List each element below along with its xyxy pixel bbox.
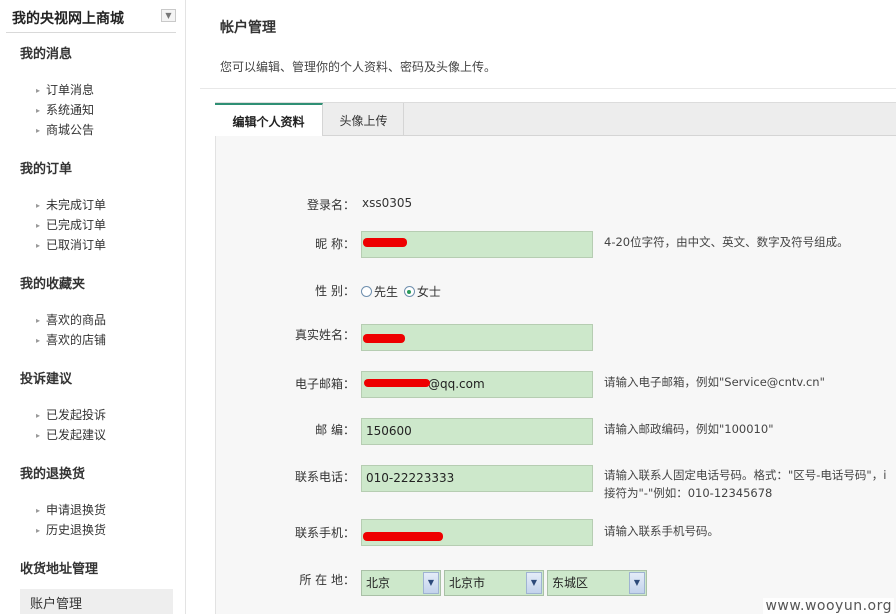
- chevron-down-icon[interactable]: ▼: [161, 9, 176, 22]
- phone-field[interactable]: 010-22223333: [361, 465, 593, 492]
- arrow-right-icon: ▸: [36, 221, 41, 230]
- sidebar-item-order-messages[interactable]: ▸ 订单消息: [36, 81, 94, 98]
- phone-hint-line1: 请输入联系人固定电话号码。格式："区号-电话号码"，i: [604, 468, 887, 482]
- postcode-hint: 请输入邮政编码，例如"100010": [604, 422, 774, 436]
- login-label: 登录名：: [306, 198, 355, 212]
- redaction-mark: [363, 334, 405, 343]
- arrow-right-icon: ▸: [36, 201, 41, 210]
- email-hint: 请输入电子邮箱，例如"Service@cntv.cn": [604, 375, 825, 389]
- arrow-right-icon: ▸: [36, 241, 41, 250]
- realname-label: 真实姓名：: [294, 328, 355, 342]
- location-label: 所 在 地：: [299, 573, 355, 587]
- sidebar-section-favorites[interactable]: 我的收藏夹: [20, 273, 85, 292]
- gender-radio-group: 先生 女士: [361, 283, 441, 300]
- sidebar-item-completed-orders[interactable]: ▸ 已完成订单: [36, 216, 106, 233]
- tab-avatar-upload[interactable]: 头像上传: [324, 103, 404, 137]
- email-label: 电子邮箱：: [294, 377, 355, 391]
- sidebar-section-messages[interactable]: 我的消息: [20, 43, 72, 62]
- page-description: 您可以编辑、管理你的个人资料、密码及头像上传。: [220, 60, 497, 74]
- redaction-mark: [363, 238, 407, 247]
- sidebar-item-suggestions[interactable]: ▸ 已发起建议: [36, 426, 106, 443]
- sidebar-item-favorite-products[interactable]: ▸ 喜欢的商品: [36, 311, 106, 328]
- sidebar-item-complaints[interactable]: ▸ 已发起投诉: [36, 406, 106, 423]
- phone-hint-line2: 接符为"-"例如：010-12345678: [604, 486, 773, 500]
- gender-option-male[interactable]: 先生: [361, 285, 398, 299]
- arrow-right-icon: ▸: [36, 86, 41, 95]
- sidebar-item-account-management[interactable]: 账户管理: [20, 589, 173, 614]
- arrow-right-icon: ▸: [36, 526, 41, 535]
- arrow-right-icon: ▸: [36, 316, 41, 325]
- chevron-down-icon: ▼: [423, 572, 439, 594]
- sidebar: 我的央视网上商城 ▼ 我的消息 ▸ 订单消息 ▸ 系统通知 ▸ 商城公告 我的订单 ▸…: [0, 0, 186, 614]
- arrow-right-icon: ▸: [36, 106, 41, 115]
- radio-checked-icon: [403, 286, 415, 297]
- gender-option-female[interactable]: 女士: [403, 285, 441, 299]
- redaction-mark: [363, 532, 443, 541]
- nickname-label: 昵 称：: [315, 237, 355, 251]
- sidebar-item-pending-orders[interactable]: ▸ 未完成订单: [36, 196, 106, 213]
- redaction-mark: [364, 379, 430, 387]
- sidebar-item-return-history[interactable]: ▸ 历史退换货: [36, 521, 106, 538]
- sidebar-item-apply-return[interactable]: ▸ 申请退换货: [36, 501, 106, 518]
- page-title: 帐户管理: [220, 20, 276, 36]
- gender-label: 性 别：: [315, 284, 355, 298]
- sidebar-item-system-notice[interactable]: ▸ 系统通知: [36, 101, 94, 118]
- arrow-right-icon: ▸: [36, 126, 41, 135]
- arrow-right-icon: ▸: [36, 431, 41, 440]
- sidebar-title: 我的央视网上商城: [12, 11, 124, 27]
- arrow-right-icon: ▸: [36, 336, 41, 345]
- sidebar-item-mall-announcement[interactable]: ▸ 商城公告: [36, 121, 94, 138]
- sidebar-item-favorite-shops[interactable]: ▸ 喜欢的店铺: [36, 331, 106, 348]
- phone-label: 联系电话：: [294, 470, 355, 484]
- radio-icon: [361, 286, 372, 297]
- sidebar-section-address[interactable]: 收货地址管理: [20, 558, 98, 577]
- mobile-label: 联系手机：: [294, 526, 355, 540]
- watermark: www.wooyun.org: [763, 598, 894, 614]
- postcode-field[interactable]: 150600: [361, 418, 593, 445]
- sidebar-section-orders[interactable]: 我的订单: [20, 158, 72, 177]
- nickname-hint: 4-20位字符，由中文、英文、数字及符号组成。: [604, 235, 849, 249]
- mobile-hint: 请输入联系手机号码。: [604, 524, 719, 538]
- tab-bar: 编辑个人资料 头像上传: [215, 102, 896, 138]
- city-select[interactable]: 北京市 ▼: [444, 570, 544, 596]
- login-value: xss0305: [362, 196, 413, 210]
- chevron-down-icon: ▼: [629, 572, 645, 594]
- sidebar-header: 我的央视网上商城 ▼: [6, 0, 176, 33]
- divider: [200, 88, 896, 89]
- arrow-right-icon: ▸: [36, 411, 41, 420]
- arrow-right-icon: ▸: [36, 506, 41, 515]
- tab-edit-profile[interactable]: 编辑个人资料: [215, 103, 323, 138]
- district-select[interactable]: 东城区 ▼: [547, 570, 647, 596]
- postcode-label: 邮 编：: [315, 423, 355, 437]
- province-select[interactable]: 北京 ▼: [361, 570, 441, 596]
- sidebar-section-returns[interactable]: 我的退换货: [20, 463, 85, 482]
- sidebar-section-feedback[interactable]: 投诉建议: [20, 368, 72, 387]
- sidebar-item-cancelled-orders[interactable]: ▸ 已取消订单: [36, 236, 106, 253]
- chevron-down-icon: ▼: [526, 572, 542, 594]
